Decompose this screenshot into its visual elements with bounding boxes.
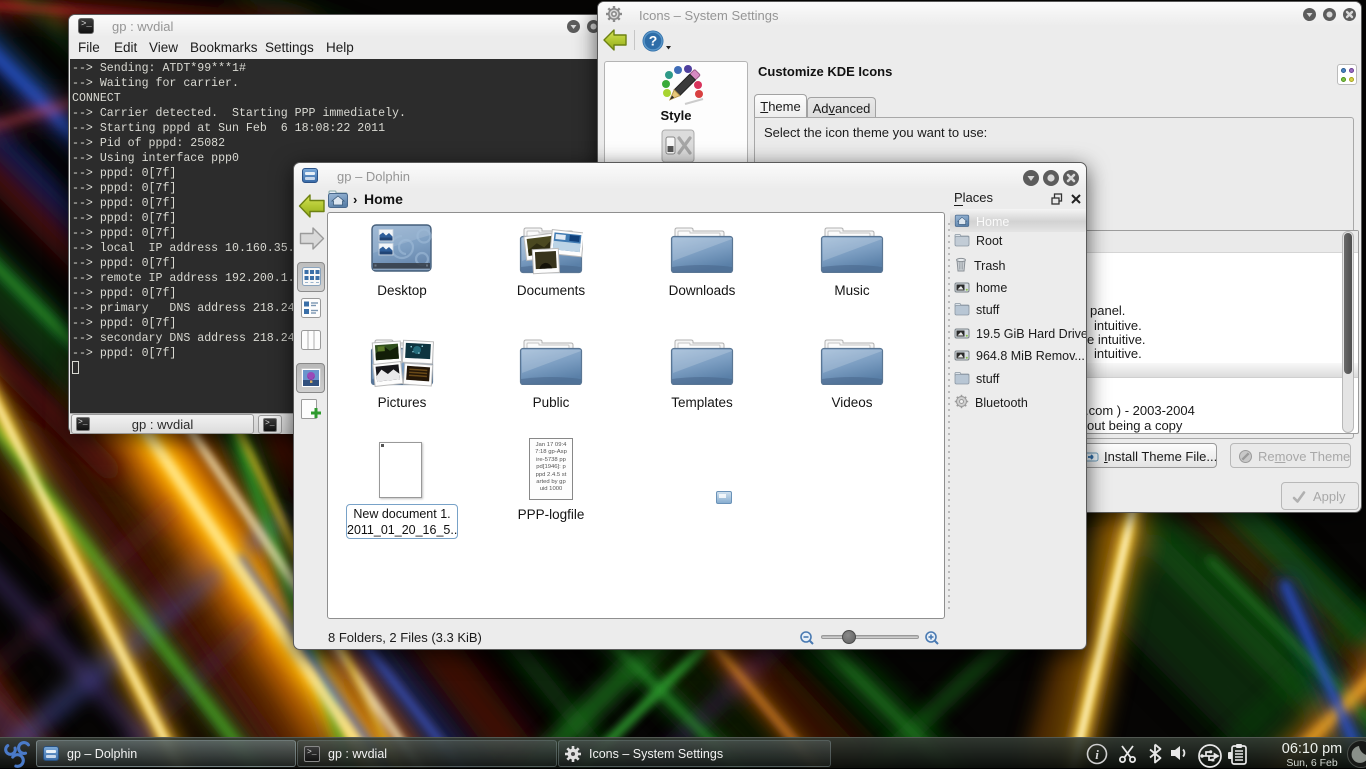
- svg-text:i: i: [1095, 747, 1099, 762]
- svg-text:?: ?: [649, 33, 658, 49]
